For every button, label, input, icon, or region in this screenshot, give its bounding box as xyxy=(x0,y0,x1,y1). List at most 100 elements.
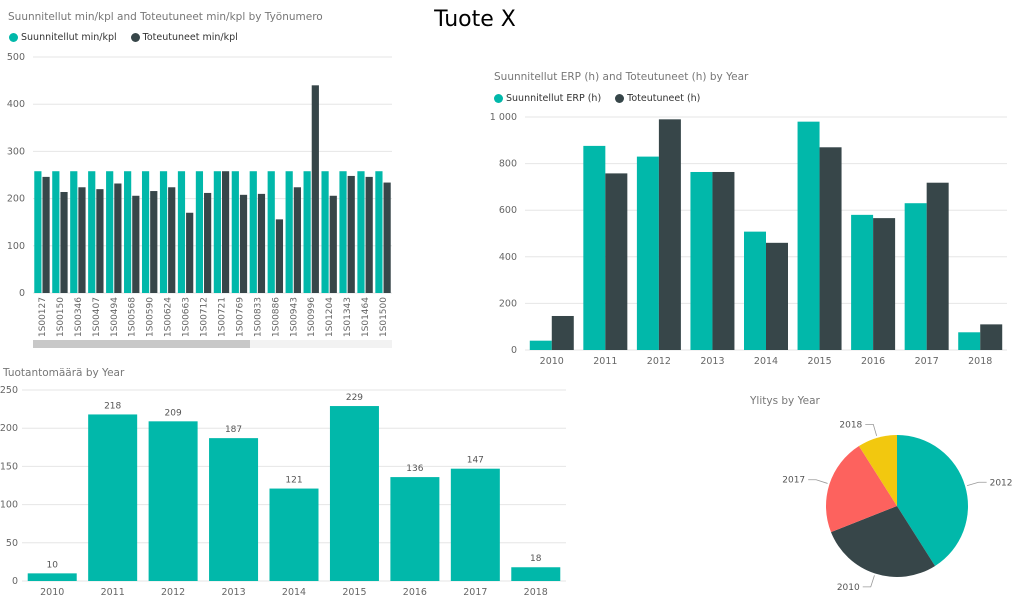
chart1-legend-dot-planned xyxy=(9,33,18,42)
chart1-y-tick: 0 xyxy=(19,288,25,299)
chart3-bar xyxy=(148,421,198,581)
chart2-x-tick: 2010 xyxy=(540,356,564,367)
chart3-data-label: 229 xyxy=(346,393,363,403)
chart2-bar xyxy=(551,315,574,350)
chart2-x-tick: 2014 xyxy=(754,356,778,367)
chart3-y-tick: 150 xyxy=(0,461,18,472)
chart2-y-tick: 800 xyxy=(499,159,517,170)
chart3-bar xyxy=(209,438,259,581)
chart1-bar xyxy=(339,171,347,293)
chart1-x-tick: 1S00833 xyxy=(253,297,263,337)
chart1-x-tick: 1S00996 xyxy=(307,297,317,337)
chart1-scrollbar-thumb[interactable] xyxy=(33,340,250,348)
chart1-x-tick: 1S00346 xyxy=(74,297,84,337)
chart2-bar xyxy=(636,156,659,350)
chart1-x-tick: 1S00663 xyxy=(182,297,192,337)
chart1-bar xyxy=(168,187,176,293)
chart1-bar xyxy=(231,171,239,293)
chart2-plot: 0 200 400 600 800 1 000 2010 2011 2012 2013 2014 20… xyxy=(490,112,1007,367)
chart1-bar xyxy=(34,171,42,293)
chart1-plot: 0 100 200 300 400 500 1S00127 1S00150 1S00346 1S0… xyxy=(7,52,392,337)
chart1-x-tick: 1S01204 xyxy=(325,297,335,337)
chart1-bar xyxy=(124,171,132,293)
chart1-bar xyxy=(106,171,114,293)
chart4-leader-line xyxy=(862,575,875,588)
chart2-y-tick: 600 xyxy=(499,205,517,216)
chart1-bar xyxy=(141,171,150,293)
chart3-data-label: 209 xyxy=(165,408,182,418)
chart2-bar xyxy=(690,171,713,350)
chart2-bar xyxy=(797,121,820,350)
chart1-bar xyxy=(177,171,186,293)
chart1-x-tick: 1S00127 xyxy=(38,297,48,337)
chart2-y-tick: 1 000 xyxy=(490,112,517,123)
chart2-bar xyxy=(819,147,842,350)
chart4-slice-label: 2012 xyxy=(990,478,1013,488)
chart1-x-tick: 1S00494 xyxy=(110,297,120,337)
chart1-x-tick: 1S01464 xyxy=(361,297,371,337)
chart3-x-tick: 2010 xyxy=(40,587,64,598)
chart3-y-tick: 200 xyxy=(0,423,18,434)
chart1-bar xyxy=(329,195,337,293)
chart1-x-tick: 1S00769 xyxy=(235,297,245,337)
chart3-data-label: 147 xyxy=(467,456,484,466)
chart3-x-tick: 2013 xyxy=(221,587,245,598)
chart3-x-tick: 2015 xyxy=(342,587,366,598)
chart1-bar xyxy=(365,176,373,293)
chart3-y-tick: 250 xyxy=(0,385,18,396)
chart1-bar xyxy=(132,195,140,293)
chart1-x-tick: 1S01500 xyxy=(379,297,389,337)
chart2-x-tick: 2016 xyxy=(861,356,885,367)
chart3-bar xyxy=(27,573,77,581)
chart1-legend-item-planned[interactable]: Suunnitellut min/kpl xyxy=(9,32,117,43)
chart1-x-tick: 1S00568 xyxy=(128,297,138,337)
chart3-data-label: 187 xyxy=(225,425,242,435)
chart4-slice-label: 2018 xyxy=(839,420,862,430)
chart1-bar xyxy=(375,171,383,293)
chart2-legend-item-planned[interactable]: Suunnitellut ERP (h) xyxy=(494,93,601,104)
chart2-bar xyxy=(529,340,552,350)
chart1-title: Suunnitellut min/kpl and Toteutuneet min… xyxy=(8,11,323,23)
chart1-legend-item-actual[interactable]: Toteutuneet min/kpl xyxy=(130,32,238,43)
chart1-x-tick: 1S00624 xyxy=(164,297,174,337)
chart1-legend-dot-actual xyxy=(130,33,140,42)
chart2-bar xyxy=(766,242,788,350)
chart1-x-tick: 1S00886 xyxy=(271,297,281,337)
chart1-y-tick: 300 xyxy=(7,146,25,157)
chart1-bar xyxy=(150,191,158,293)
chart1-bar xyxy=(114,183,122,293)
chart2-x-tick: 2018 xyxy=(968,356,992,367)
chart4-title: Ylitys by Year xyxy=(750,395,820,407)
chart1-bar xyxy=(357,171,365,293)
chart1-bar xyxy=(213,171,221,293)
chart2-bar xyxy=(658,119,681,350)
chart2-legend-item-actual[interactable]: Toteutuneet (h) xyxy=(615,93,700,104)
chart1-scrollbar[interactable] xyxy=(33,340,392,348)
chart3-bar xyxy=(390,477,440,581)
chart1-x-tick: 1S00721 xyxy=(217,297,227,337)
chart1-bar xyxy=(249,171,257,293)
chart1-bar xyxy=(221,171,230,293)
chart3-data-label: 18 xyxy=(530,554,542,564)
chart2-title: Suunnitellut ERP (h) and Toteutuneet (h)… xyxy=(494,71,749,83)
chart1-bar xyxy=(311,85,319,293)
chart2-y-tick: 400 xyxy=(499,252,517,263)
chart2-x-tick: 2012 xyxy=(647,356,671,367)
chart2-y-tick: 0 xyxy=(511,345,517,356)
chart1-x-tick: 1S00150 xyxy=(56,297,66,337)
chart3-x-tick: 2011 xyxy=(101,587,125,598)
chart4-slice-label: 2010 xyxy=(837,583,860,593)
chart2-x-tick: 2011 xyxy=(593,356,617,367)
chart2-bar xyxy=(926,182,949,350)
chart1-bar xyxy=(347,175,355,293)
chart3-y-tick: 0 xyxy=(12,576,18,587)
chart2-bar xyxy=(744,231,766,350)
chart4-leader-line xyxy=(865,423,878,437)
chart1-bar xyxy=(321,171,329,293)
chart2-bar xyxy=(605,173,628,350)
chart1-y-tick: 100 xyxy=(7,241,25,252)
chart2-bar xyxy=(980,324,1003,350)
chart3-x-tick: 2014 xyxy=(282,587,306,598)
chart3-bar xyxy=(329,406,379,581)
chart1-bar xyxy=(78,187,86,293)
